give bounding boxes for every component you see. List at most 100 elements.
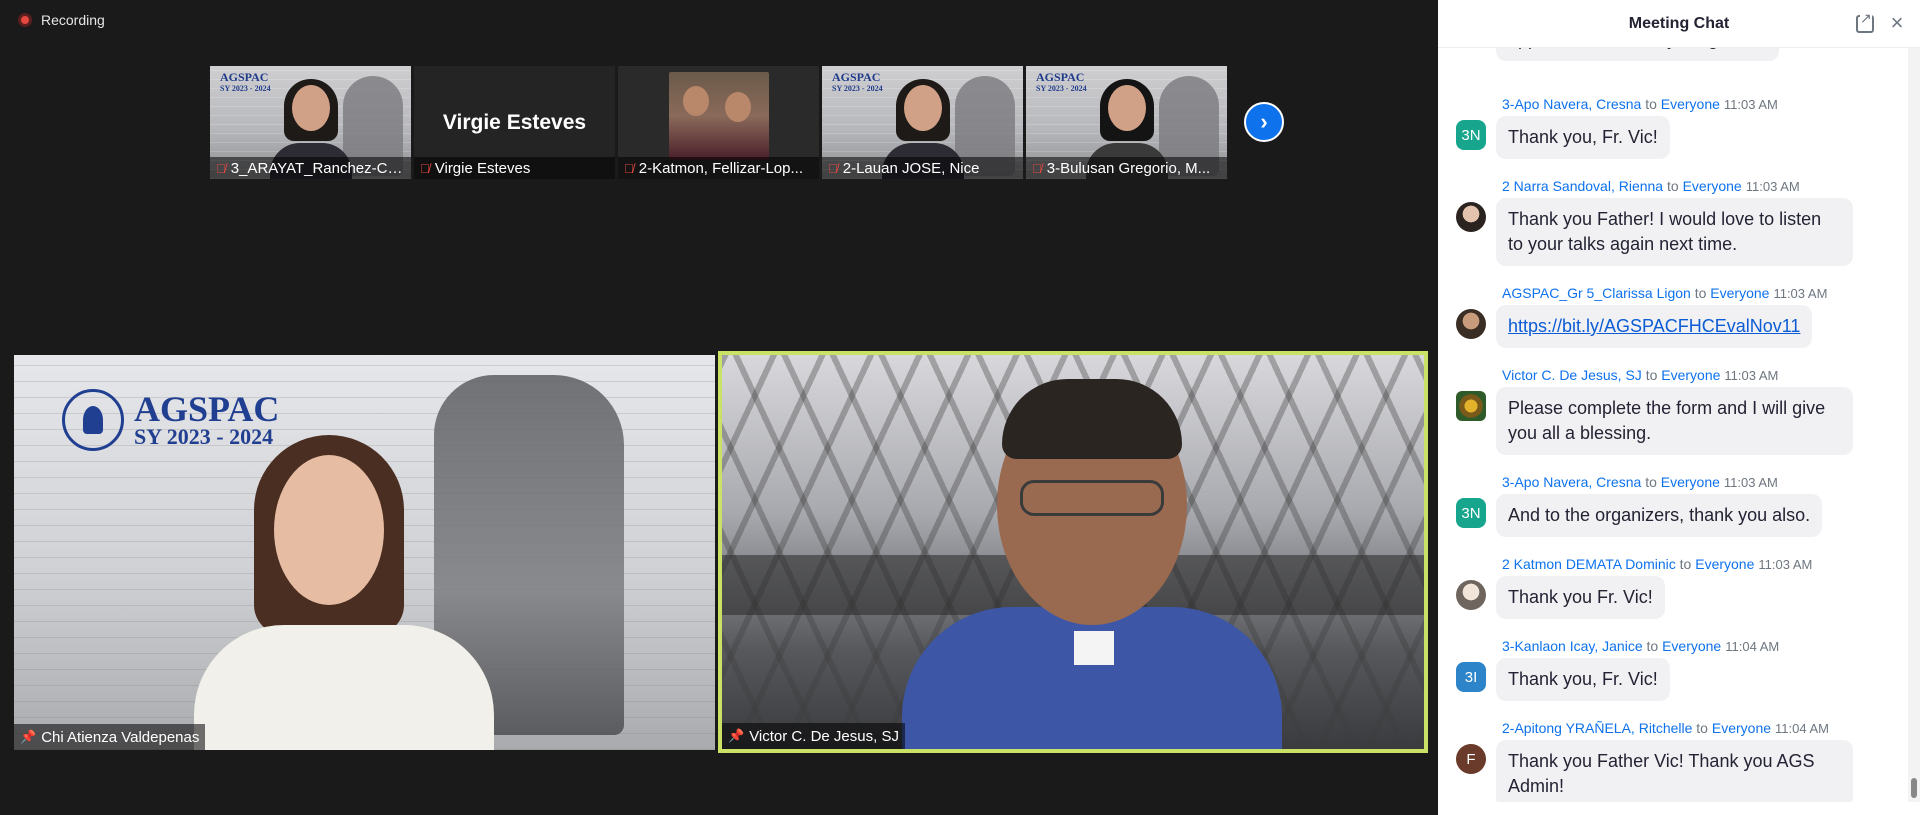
participant-name: Virgie Esteves bbox=[434, 159, 531, 177]
sender-name[interactable]: 2-Apitong YRAÑELA, Ritchelle bbox=[1502, 720, 1692, 736]
participant-thumbnail[interactable]: AGSPAC SY 2023 - 2024 🎙̸ 3-Bulusan Gregor… bbox=[1026, 66, 1227, 179]
participant-name-tag: 📌 Chi Atienza Valdepenas bbox=[14, 724, 206, 750]
recording-icon bbox=[18, 13, 32, 27]
participant-name: Victor C. De Jesus, SJ bbox=[749, 727, 899, 745]
recipient-name[interactable]: Everyone bbox=[1662, 638, 1721, 654]
participant-name-tag: 🎙̸ 3-Bulusan Gregorio, M... bbox=[1026, 157, 1227, 179]
tree-emblem-icon bbox=[62, 389, 124, 451]
message-meta: 2-Apitong YRAÑELA, Ritchelle to Everyone… bbox=[1502, 720, 1829, 736]
sender-name[interactable]: 3-Kanlaon Icay, Janice bbox=[1502, 638, 1643, 654]
mic-muted-icon: 🎙̸ bbox=[1032, 160, 1042, 176]
chat-scrollbar[interactable] bbox=[1908, 48, 1920, 802]
recording-indicator[interactable]: Recording bbox=[18, 12, 105, 28]
message-time: 11:03 AM bbox=[1773, 286, 1828, 301]
sender-name[interactable]: 3-Apo Navera, Cresna bbox=[1502, 474, 1641, 490]
video-tile-left[interactable]: AGSPAC SY 2023 - 2024 📌 Chi Atienza Valde… bbox=[14, 355, 715, 750]
avatar[interactable]: F bbox=[1456, 744, 1486, 774]
message-meta: 2 Narra Sandoval, Rienna to Everyone 11:0… bbox=[1502, 178, 1800, 194]
participant-name-tag: 🎙̸ Virgie Esteves bbox=[414, 157, 615, 179]
agspac-logo: AGSPAC SY 2023 - 2024 bbox=[832, 70, 883, 93]
sender-name[interactable]: 3-Apo Navera, Cresna bbox=[1502, 96, 1641, 112]
recipient-name[interactable]: Everyone bbox=[1695, 556, 1754, 572]
zoom-meeting-window: Recording AGSPAC SY 2023 - 2024 🎙̸ 3_ARAY… bbox=[0, 0, 1920, 815]
recording-label: Recording bbox=[41, 12, 105, 28]
message-meta: 3-Kanlaon Icay, Janice to Everyone 11:04 … bbox=[1502, 638, 1780, 654]
sender-name[interactable]: 2 Narra Sandoval, Rienna bbox=[1502, 178, 1663, 194]
message-time: 11:03 AM bbox=[1758, 557, 1813, 572]
message-bubble: Please complete the form and I will give… bbox=[1496, 387, 1853, 455]
participant-display-name: Virgie Esteves bbox=[442, 110, 587, 134]
chat-message-list[interactable]: appreciated and very insightful... 3-Apo… bbox=[1438, 48, 1908, 802]
avatar[interactable]: 3N bbox=[1456, 498, 1486, 528]
agspac-logo: AGSPAC SY 2023 - 2024 bbox=[220, 70, 271, 93]
message-time: 11:04 AM bbox=[1725, 639, 1780, 654]
mic-muted-icon: 🎙̸ bbox=[216, 160, 226, 176]
participant-name: 2-Katmon, Fellizar-Lop... bbox=[638, 159, 803, 177]
message-meta: 2 Katmon DEMATA Dominic to Everyone 11:03… bbox=[1502, 556, 1813, 572]
participant-video bbox=[902, 379, 1282, 749]
message-meta: Victor C. De Jesus, SJ to Everyone 11:03 … bbox=[1502, 367, 1779, 383]
participant-name: 3-Bulusan Gregorio, M... bbox=[1046, 159, 1211, 177]
participant-name-tag: 🎙̸ 2-Katmon, Fellizar-Lop... bbox=[618, 157, 819, 179]
chevron-right-icon: › bbox=[1260, 109, 1268, 134]
mic-muted-icon: 🎙̸ bbox=[624, 160, 634, 176]
avatar[interactable] bbox=[1456, 202, 1486, 232]
participant-name-tag: 🎙̸ 2-Lauan JOSE, Nice bbox=[822, 157, 1023, 179]
pin-icon: 📌 bbox=[728, 728, 745, 743]
chat-title: Meeting Chat bbox=[1628, 14, 1730, 32]
message-bubble: Thank you, Fr. Vic! bbox=[1496, 658, 1670, 701]
sender-name[interactable]: AGSPAC_Gr 5_Clarissa Ligon bbox=[1502, 285, 1691, 301]
message-time: 11:03 AM bbox=[1745, 179, 1800, 194]
avatar[interactable] bbox=[1456, 309, 1486, 339]
video-tile-active-speaker[interactable]: 📌 Victor C. De Jesus, SJ bbox=[718, 351, 1428, 753]
avatar[interactable]: 3N bbox=[1456, 120, 1486, 150]
pin-icon: 📌 bbox=[20, 729, 37, 744]
avatar[interactable] bbox=[1456, 391, 1486, 421]
chat-header: Meeting Chat × bbox=[1438, 0, 1920, 48]
message-meta: 3-Apo Navera, Cresna to Everyone 11:03 AM bbox=[1502, 474, 1778, 490]
avatar[interactable]: 3I bbox=[1456, 662, 1486, 692]
message-time: 11:03 AM bbox=[1723, 97, 1778, 112]
agspac-logo: AGSPAC SY 2023 - 2024 bbox=[1036, 70, 1087, 93]
message-time: 11:04 AM bbox=[1775, 721, 1829, 736]
recipient-name[interactable]: Everyone bbox=[1661, 96, 1720, 112]
message-meta: AGSPAC_Gr 5_Clarissa Ligon to Everyone 11… bbox=[1502, 285, 1828, 301]
recipient-name[interactable]: Everyone bbox=[1661, 474, 1720, 490]
message-bubble: Thank you Father! I would love to listen… bbox=[1496, 198, 1853, 266]
message-time: 11:03 AM bbox=[1723, 475, 1778, 490]
next-page-button[interactable]: › bbox=[1244, 102, 1284, 142]
participant-video bbox=[194, 435, 494, 750]
message-time: 11:03 AM bbox=[1724, 368, 1779, 383]
message-bubble: https://bit.ly/AGSPACFHCEvalNov11 bbox=[1496, 305, 1813, 348]
participant-name-tag: 🎙̸ 3_ARAYAT_Ranchez-Ca... bbox=[210, 157, 411, 179]
participant-name: Chi Atienza Valdepenas bbox=[41, 728, 200, 746]
evaluation-link[interactable]: https://bit.ly/AGSPACFHCEvalNov11 bbox=[1508, 316, 1800, 336]
message-bubble: And to the organizers, thank you also. bbox=[1496, 494, 1823, 537]
participant-thumbnail[interactable]: AGSPAC SY 2023 - 2024 🎙̸ 2-Lauan JOSE, Ni… bbox=[822, 66, 1023, 179]
sender-name[interactable]: 2 Katmon DEMATA Dominic bbox=[1502, 556, 1676, 572]
gallery-strip: AGSPAC SY 2023 - 2024 🎙̸ 3_ARAYAT_Ranchez… bbox=[210, 66, 1227, 179]
recipient-name[interactable]: Everyone bbox=[1710, 285, 1769, 301]
avatar[interactable] bbox=[1456, 580, 1486, 610]
participant-profile-photo bbox=[668, 72, 769, 160]
mic-muted-icon: 🎙̸ bbox=[828, 160, 838, 176]
participant-thumbnail[interactable]: 🎙̸ 2-Katmon, Fellizar-Lop... bbox=[618, 66, 819, 179]
message-bubble: appreciated and very insightful... bbox=[1496, 48, 1780, 61]
meeting-video-area: Recording AGSPAC SY 2023 - 2024 🎙̸ 3_ARAY… bbox=[0, 0, 1438, 815]
scrollbar-thumb[interactable] bbox=[1911, 778, 1917, 798]
popout-icon[interactable] bbox=[1856, 11, 1874, 33]
recipient-name[interactable]: Everyone bbox=[1683, 178, 1742, 194]
close-icon[interactable]: × bbox=[1886, 12, 1908, 34]
message-bubble: Thank you Father Vic! Thank you AGS Admi… bbox=[1496, 740, 1853, 802]
participant-thumbnail[interactable]: Virgie Esteves 🎙̸ Virgie Esteves bbox=[414, 66, 615, 179]
participant-thumbnail[interactable]: AGSPAC SY 2023 - 2024 🎙̸ 3_ARAYAT_Ranchez… bbox=[210, 66, 411, 179]
recipient-name[interactable]: Everyone bbox=[1661, 367, 1720, 383]
mic-muted-icon: 🎙̸ bbox=[420, 160, 430, 176]
sender-name[interactable]: Victor C. De Jesus, SJ bbox=[1502, 367, 1642, 383]
participant-name: 2-Lauan JOSE, Nice bbox=[842, 159, 980, 177]
message-bubble: Thank you Fr. Vic! bbox=[1496, 576, 1665, 619]
participant-name-tag: 📌 Victor C. De Jesus, SJ bbox=[722, 723, 905, 749]
message-meta: 3-Apo Navera, Cresna to Everyone 11:03 AM bbox=[1502, 96, 1778, 112]
message-bubble: Thank you, Fr. Vic! bbox=[1496, 116, 1670, 159]
recipient-name[interactable]: Everyone bbox=[1712, 720, 1771, 736]
